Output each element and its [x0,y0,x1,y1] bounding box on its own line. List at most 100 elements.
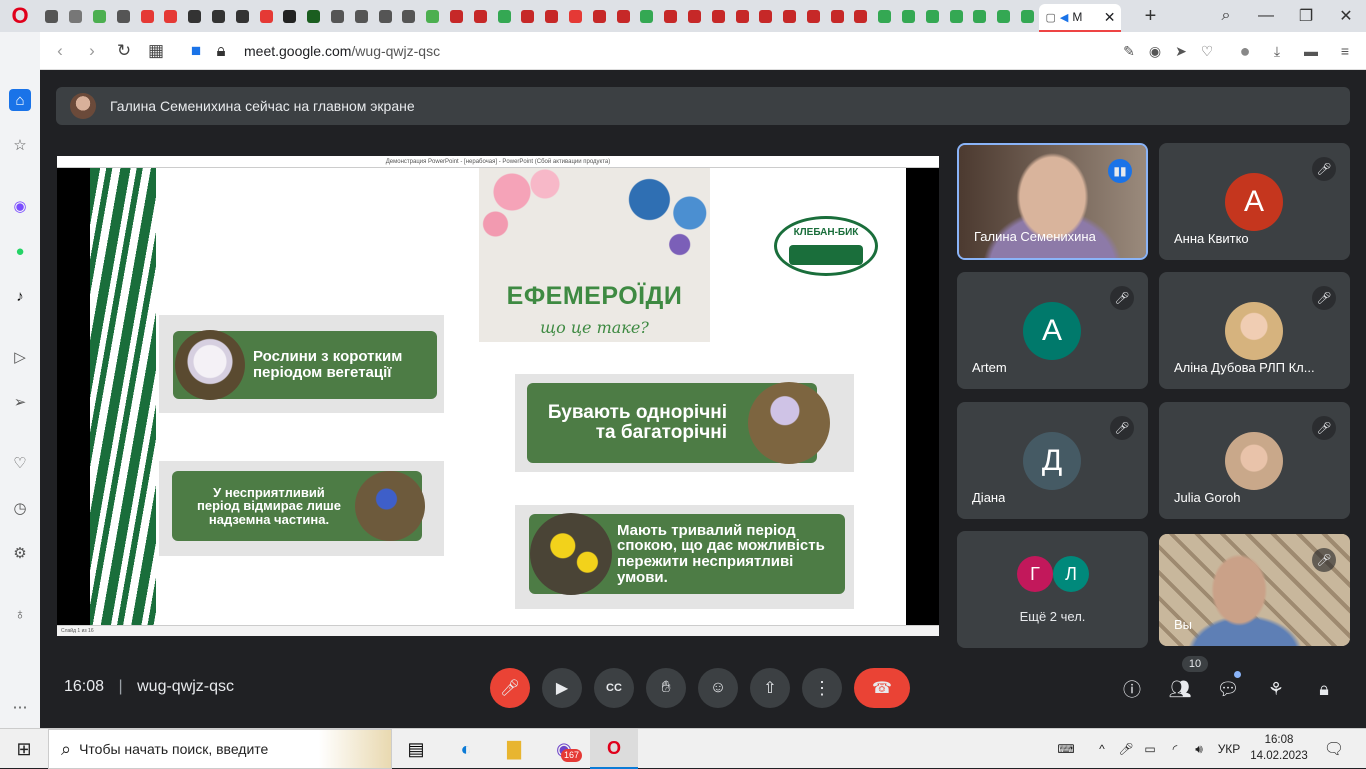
home-icon[interactable]: ⌂ [9,89,31,111]
edit-icon[interactable]: ✎ [1116,32,1142,70]
browser-tab[interactable] [1016,0,1040,32]
taskbar-search[interactable]: ⌕ Чтобы начать поиск, введите [48,729,392,769]
browser-tab[interactable] [992,0,1016,32]
browser-tab[interactable] [183,0,207,32]
browser-tab[interactable] [825,0,849,32]
browser-tab[interactable] [230,0,254,32]
microphone-tray-icon[interactable]: 🎤︎ [1116,729,1136,769]
reload-icon[interactable]: ↻ [108,32,140,70]
task-view-icon[interactable]: ▤ [392,729,440,769]
send-sidebar-icon[interactable]: ➢ [9,391,31,413]
network-icon[interactable]: ◜ [1164,729,1186,769]
back-icon[interactable]: ‹ [44,32,76,70]
restore-button[interactable]: ❐ [1286,0,1326,32]
browser-tab[interactable] [373,0,397,32]
meeting-details-icon[interactable]: ⓘ [1119,676,1145,702]
messenger-icon[interactable]: ◉ [9,195,31,217]
browser-tab[interactable] [730,0,754,32]
forward-icon[interactable]: › [76,32,108,70]
browser-tab[interactable] [421,0,445,32]
history-icon[interactable]: ◷ [9,497,31,519]
browser-tab[interactable] [159,0,183,32]
windows-start-icon[interactable]: ⊞ [0,729,48,769]
browser-tab[interactable] [683,0,707,32]
browser-tab[interactable] [849,0,873,32]
heart-icon[interactable]: ♡ [1194,32,1220,70]
player-icon[interactable]: ▷ [9,346,31,368]
browser-tab[interactable] [111,0,135,32]
opera-logo-icon[interactable]: O [0,0,40,32]
browser-tab[interactable] [873,0,897,32]
notifications-icon[interactable]: 🗨︎ [1318,729,1350,769]
browser-tab[interactable] [88,0,112,32]
keyboard-icon[interactable]: ⌨ [1052,729,1080,769]
browser-tab[interactable] [468,0,492,32]
tile-participant[interactable]: A 🎤︎ Artem [957,272,1148,389]
browser-tab[interactable] [40,0,64,32]
favorites-icon[interactable]: ♡ [9,452,31,474]
browser-tab[interactable] [754,0,778,32]
browser-tab[interactable] [397,0,421,32]
camera-in-use-icon[interactable]: ■ [180,32,212,70]
edge-icon[interactable]: ◐ [442,729,490,769]
raise-hand-button[interactable]: ✋︎ [646,668,686,708]
tile-self[interactable]: 🎤︎ Вы [1159,534,1350,646]
browser-tab[interactable] [349,0,373,32]
browser-tab[interactable] [897,0,921,32]
volume-icon[interactable]: 🔊︎ [1188,729,1210,769]
tiktok-icon[interactable]: ♪ [9,285,31,307]
settings-gear-icon[interactable]: ⚙ [9,542,31,564]
browser-tab[interactable] [278,0,302,32]
captions-button[interactable]: CC [594,668,634,708]
new-tab-button[interactable]: + [1135,5,1165,28]
browser-tab[interactable] [540,0,564,32]
bookmarks-icon[interactable]: ☆ [9,134,31,156]
browser-tab[interactable] [635,0,659,32]
reactions-button[interactable]: ☺ [698,668,738,708]
audio-icon[interactable]: ◀ [1060,11,1068,24]
leave-call-button[interactable]: ☎︎ [854,668,910,708]
browser-tab[interactable] [326,0,350,32]
lock-icon[interactable]: 🔒︎ [212,32,230,70]
browser-tab[interactable] [778,0,802,32]
browser-tab[interactable] [659,0,683,32]
tile-participant[interactable]: Д 🎤︎ Діана [957,402,1148,519]
browser-tab[interactable] [706,0,730,32]
browser-tab[interactable] [445,0,469,32]
close-window-button[interactable]: ✕ [1326,0,1366,32]
mic-toggle-button[interactable]: 🎤︎ [490,668,530,708]
tray-expand-icon[interactable]: ^ [1092,729,1112,769]
snapshot-icon[interactable]: ◉ [1142,32,1168,70]
tabs-grid-icon[interactable]: ▦ [140,32,172,70]
browser-tab[interactable] [968,0,992,32]
activities-icon[interactable]: ⚘ [1263,676,1289,702]
host-controls-icon[interactable]: 🔒︎ [1311,676,1337,702]
send-icon[interactable]: ➤ [1168,32,1194,70]
more-options-button[interactable]: ⋮ [802,668,842,708]
system-clock[interactable]: 16:08 14.02.2023 [1249,732,1309,764]
minimize-button[interactable]: — [1246,0,1286,32]
search-tabs-icon[interactable]: ⌕ [1206,0,1246,32]
browser-tab[interactable] [492,0,516,32]
browser-tab[interactable] [944,0,968,32]
browser-tab[interactable] [207,0,231,32]
browser-tab[interactable] [802,0,826,32]
url-field[interactable]: meet.google.com/wug-qwjz-qsc [244,43,440,59]
active-tab[interactable]: ▢ ◀ M ✕ [1039,4,1122,32]
tips-bulb-icon[interactable]: ♁ [9,603,31,625]
browser-tab[interactable] [587,0,611,32]
present-button[interactable]: ⇧ [750,668,790,708]
easy-setup-icon[interactable]: ≡ [1332,32,1358,70]
chat-icon[interactable]: 💬︎ [1215,676,1241,702]
battery-icon[interactable]: ▭ [1140,729,1160,769]
camera-toggle-button[interactable]: ▶ [542,668,582,708]
tile-participant[interactable]: 🎤︎ Julia Goroh [1159,402,1350,519]
browser-tab[interactable] [64,0,88,32]
tile-presenter[interactable]: ▮▮ Галина Семенихина [957,143,1148,260]
tile-participant[interactable]: 🎤︎ Аліна Дубова РЛП Кл... [1159,272,1350,389]
opera-taskbar-icon[interactable]: O [590,729,638,769]
whatsapp-icon[interactable]: ● [9,240,31,262]
language-indicator[interactable]: УКР [1214,729,1244,769]
tile-participant[interactable]: А 🎤︎ Анна Квитко [1159,143,1350,260]
battery-saver-icon[interactable]: ▬ [1298,32,1324,70]
